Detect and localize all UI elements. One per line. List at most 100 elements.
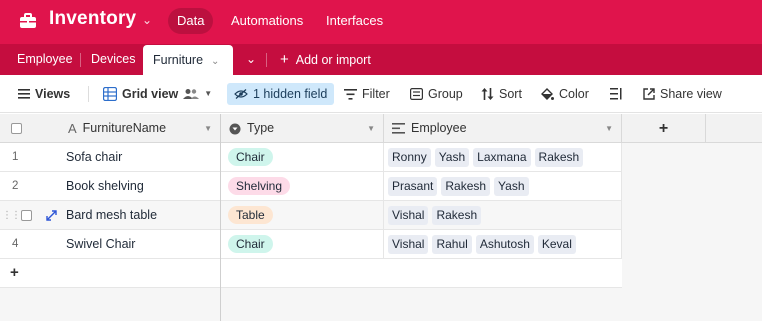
type-cell[interactable]: Shelving	[221, 172, 384, 200]
employee-chip: Ashutosh	[475, 234, 534, 254]
hidden-fields-button[interactable]: 1 hidden field	[227, 83, 335, 105]
table-row[interactable]: 2 Book shelving Shelving Prasant Rakesh …	[0, 172, 622, 201]
tab-divider	[266, 53, 267, 67]
employee-chip: Ronny	[388, 147, 431, 167]
furniture-name-cell[interactable]: Book shelving	[66, 172, 221, 200]
employee-cell[interactable]: Ronny Yash Laxmana Rakesh	[384, 143, 622, 171]
tab-furniture-label: Furniture	[153, 53, 204, 67]
type-cell[interactable]: Chair	[221, 230, 384, 258]
select-all-checkbox[interactable]	[11, 123, 22, 134]
sort-icon	[481, 88, 494, 100]
chevron-down-icon[interactable]: ⌄	[142, 13, 152, 27]
primary-header-cell[interactable]: A FurnitureName ▼	[0, 114, 221, 143]
grid-view-button[interactable]: Grid view ▼	[103, 83, 212, 105]
row-height-icon	[610, 88, 622, 100]
column-header-employee: Employee	[411, 121, 467, 135]
furniture-name-cell[interactable]: Bard mesh table	[66, 201, 221, 229]
caret-down-icon[interactable]: ▼	[367, 114, 375, 143]
employee-cell[interactable]: Vishal Rahul Ashutosh Keval	[384, 230, 622, 258]
column-header-type: Type	[247, 121, 275, 135]
add-record-row[interactable]: +	[0, 259, 622, 288]
table-row[interactable]: 1 Sofa chair Chair Ronny Yash Laxmana Ra…	[0, 143, 622, 172]
collaborators-icon	[183, 89, 200, 99]
paint-bucket-icon	[541, 87, 554, 100]
more-tables-chevron-icon[interactable]: ⌄	[246, 44, 256, 75]
frozen-column-divider[interactable]	[220, 114, 221, 321]
chevron-down-icon[interactable]: ⌄	[211, 56, 219, 67]
row-number: 4	[12, 238, 19, 250]
furniture-name-cell[interactable]: Swivel Chair	[66, 230, 221, 258]
row-number: 1	[12, 151, 19, 163]
view-toolbar: Views Grid view ▼ 1 hidden field Filter …	[0, 75, 762, 113]
caret-down-icon[interactable]: ▼	[605, 114, 613, 143]
grid-header: A FurnitureName ▼ Type ▼ Employee ▼ +	[0, 114, 762, 143]
app-header: Inventory ⌄ Data Automations Interfaces	[0, 0, 762, 44]
sort-label: Sort	[499, 87, 522, 101]
tab-devices[interactable]: Devices	[91, 44, 135, 75]
expand-record-icon[interactable]	[46, 209, 57, 221]
table-tab-bar: Employee Devices Furniture ⌄ ⌄ + Add or im…	[0, 44, 762, 75]
add-field-button[interactable]: +	[622, 114, 706, 143]
employee-chip: Rahul	[432, 234, 472, 254]
type-pill: Chair	[228, 148, 273, 166]
share-view-button[interactable]: Share view	[643, 83, 722, 105]
plus-icon: +	[280, 51, 289, 68]
row-height-button[interactable]	[610, 83, 622, 105]
filter-button[interactable]: Filter	[344, 83, 390, 105]
column-header-type-cell[interactable]: Type ▼	[221, 114, 384, 143]
type-pill: Table	[228, 206, 273, 224]
views-button[interactable]: Views	[18, 83, 70, 105]
employee-chip: Laxmana	[473, 147, 531, 167]
nav-interfaces[interactable]: Interfaces	[317, 8, 392, 34]
tab-divider	[80, 53, 81, 67]
sort-button[interactable]: Sort	[481, 83, 522, 105]
eye-off-icon	[234, 89, 248, 99]
group-label: Group	[428, 87, 463, 101]
group-icon	[410, 88, 423, 100]
employee-cell[interactable]: Vishal Rakesh	[384, 201, 622, 229]
employee-chip: Rakesh	[534, 147, 584, 167]
group-button[interactable]: Group	[410, 83, 463, 105]
row-checkbox[interactable]	[21, 209, 32, 221]
furniture-name-cell[interactable]: Sofa chair	[66, 143, 221, 171]
drag-handle-icon[interactable]: ⋮⋮	[2, 210, 21, 221]
row-number: 2	[12, 180, 19, 192]
records-grid: A FurnitureName ▼ Type ▼ Employee ▼ + 1 …	[0, 114, 762, 321]
share-icon	[643, 88, 655, 100]
text-field-icon: A	[68, 121, 77, 136]
single-select-icon	[229, 123, 241, 134]
type-pill: Shelving	[228, 177, 291, 195]
filter-label: Filter	[362, 87, 390, 101]
views-label: Views	[35, 87, 71, 101]
tab-employee[interactable]: Employee	[17, 44, 73, 75]
type-cell[interactable]: Chair	[221, 143, 384, 171]
add-record-button[interactable]: +	[10, 264, 19, 281]
add-or-import-button[interactable]: + Add or import	[280, 44, 371, 75]
employee-chip: Yash	[434, 147, 470, 167]
employee-chip: Prasant	[388, 176, 438, 196]
type-cell[interactable]: Table	[221, 201, 384, 229]
table-row[interactable]: 4 Swivel Chair Chair Vishal Rahul Ashuto…	[0, 230, 622, 259]
base-title[interactable]: Inventory	[49, 8, 136, 30]
grid-icon	[103, 87, 117, 101]
employee-chip: Vishal	[388, 234, 429, 254]
color-label: Color	[559, 87, 589, 101]
nav-data[interactable]: Data	[168, 8, 214, 34]
column-header-employee-cell[interactable]: Employee ▼	[384, 114, 622, 143]
employee-chip: Rakesh	[432, 205, 482, 225]
filter-icon	[344, 88, 357, 100]
tab-furniture[interactable]: Furniture ⌄	[143, 45, 233, 75]
caret-down-icon[interactable]: ▼	[204, 114, 212, 143]
type-pill: Chair	[228, 235, 273, 253]
nav-automations[interactable]: Automations	[222, 8, 312, 34]
row-controls: ⋮⋮	[0, 201, 60, 229]
employee-cell[interactable]: Prasant Rakesh Yash	[384, 172, 622, 200]
hidden-fields-label: 1 hidden field	[253, 87, 328, 101]
add-or-import-label: Add or import	[295, 53, 371, 67]
linked-record-icon	[392, 123, 405, 134]
share-view-label: Share view	[660, 87, 722, 101]
toolbar-divider	[88, 86, 89, 102]
color-button[interactable]: Color	[540, 83, 589, 105]
grid-view-label: Grid view	[122, 87, 179, 101]
table-row[interactable]: ⋮⋮ Bard mesh table Table Vishal Rakesh	[0, 201, 622, 230]
